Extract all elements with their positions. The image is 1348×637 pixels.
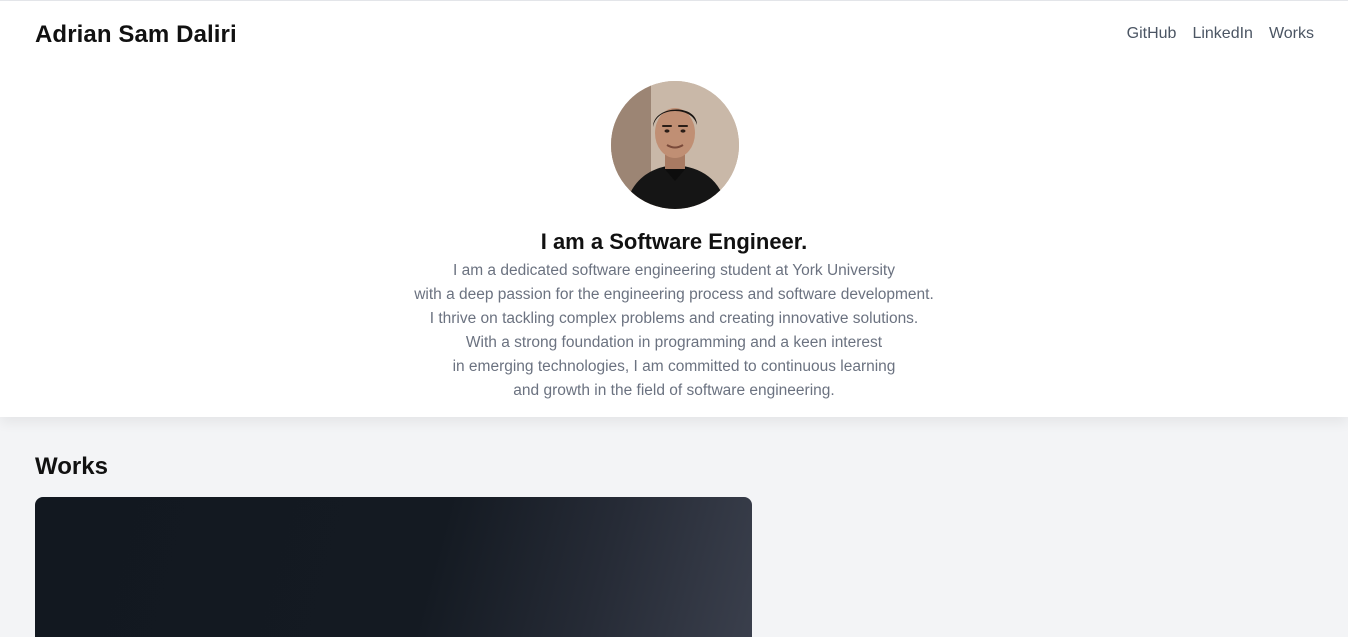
hero-bio: I am a dedicated software engineering st… bbox=[0, 259, 1348, 403]
bio-line: I am a dedicated software engineering st… bbox=[452, 262, 895, 279]
site-brand[interactable]: Adrian Sam Daliri bbox=[35, 21, 237, 49]
navbar: Adrian Sam Daliri GitHub LinkedIn Works bbox=[35, 18, 1314, 52]
bio-line: with a deep passion for the engineering … bbox=[414, 286, 934, 303]
bio-line: and growth in the field of software engi… bbox=[513, 382, 835, 399]
nav-link-works[interactable]: Works bbox=[1269, 25, 1314, 43]
nav-link-linkedin[interactable]: LinkedIn bbox=[1192, 25, 1253, 43]
hero-section: Adrian Sam Daliri GitHub LinkedIn Works bbox=[0, 1, 1348, 417]
profile-photo bbox=[611, 81, 739, 209]
profile-avatar bbox=[611, 81, 739, 209]
hero-headline: I am a Software Engineer. bbox=[540, 229, 808, 254]
works-section-title: Works bbox=[35, 453, 108, 480]
bio-line: With a strong foundation in programming … bbox=[465, 334, 883, 351]
bio-line: in emerging technologies, I am committed… bbox=[452, 358, 896, 375]
nav-link-github[interactable]: GitHub bbox=[1127, 25, 1177, 43]
nav-links: GitHub LinkedIn Works bbox=[1127, 25, 1314, 43]
work-card[interactable] bbox=[35, 497, 752, 637]
bio-line: I thrive on tackling complex problems an… bbox=[429, 310, 919, 327]
